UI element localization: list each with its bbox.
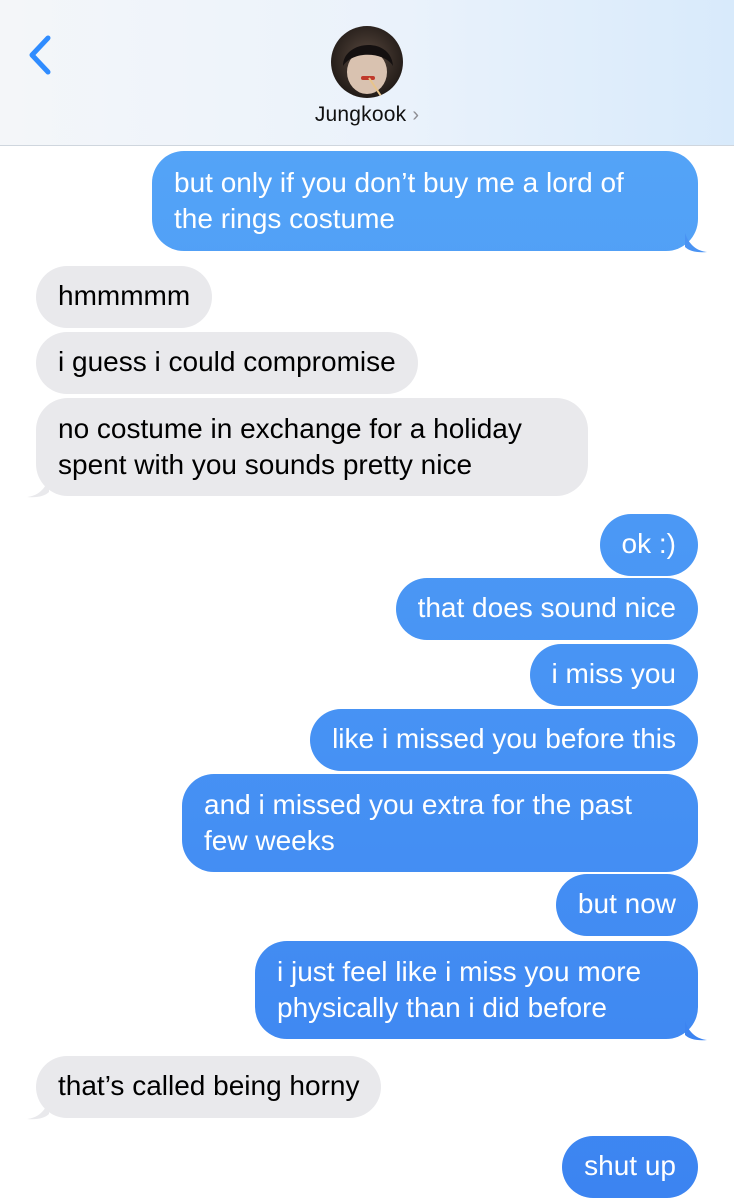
message-bubble-sent[interactable]: but now (555, 874, 698, 936)
message-text-line: no costume in exchange for a holiday (58, 413, 522, 444)
chevron-right-icon: › (412, 104, 420, 126)
message-text-line: i just feel like i miss you more (277, 956, 642, 987)
message-bubble-sent[interactable]: i miss you (529, 644, 698, 706)
message-bubble-sent[interactable]: and i missed you extra for the past few … (182, 774, 698, 872)
message-bubble-sent[interactable]: ok :) (599, 514, 698, 576)
message-bubble-sent[interactable]: like i missed you before this (310, 709, 698, 771)
message-text: but now (577, 888, 676, 919)
message-text-line: the rings costume (174, 203, 395, 234)
message-text: like i missed you before this (332, 723, 676, 754)
message-text: ok :) (621, 528, 676, 559)
message-bubble-sent[interactable]: i just feel like i miss you more physica… (255, 941, 707, 1041)
message-bubble-received[interactable]: no costume in exchange for a holiday spe… (27, 398, 588, 498)
message-text: hmmmmm (58, 280, 191, 311)
message-text-line: few weeks (204, 825, 335, 856)
message-text-line: and i missed you extra for the past (204, 789, 632, 820)
message-bubble-received[interactable]: that’s called being horny (27, 1056, 382, 1120)
message-bubble-received[interactable]: hmmmmm (36, 266, 213, 328)
message-text: that does sound nice (417, 592, 676, 623)
message-bubble-received[interactable]: i guess i could compromise (36, 332, 418, 394)
conversation-header: Jungkook › (0, 0, 734, 146)
message-text-line: physically than i did before (277, 992, 607, 1023)
message-bubble-sent[interactable]: shut up (562, 1136, 698, 1198)
back-chevron-icon[interactable] (22, 30, 62, 80)
message-text: that’s called being horny (58, 1070, 360, 1101)
message-text: i guess i could compromise (58, 346, 396, 377)
message-text-line: but only if you don’t buy me a lord of (174, 167, 624, 198)
message-bubble-sent[interactable]: that does sound nice (395, 578, 698, 640)
message-text: shut up (584, 1150, 676, 1181)
message-text-line: spent with you sounds pretty nice (58, 449, 473, 480)
contact-avatar[interactable] (331, 26, 403, 98)
message-text: i miss you (551, 658, 676, 689)
message-bubble-sent[interactable]: but only if you don’t buy me a lord of t… (152, 151, 707, 253)
contact-name: Jungkook (314, 103, 407, 126)
contact-name-row[interactable]: Jungkook › (0, 103, 734, 127)
